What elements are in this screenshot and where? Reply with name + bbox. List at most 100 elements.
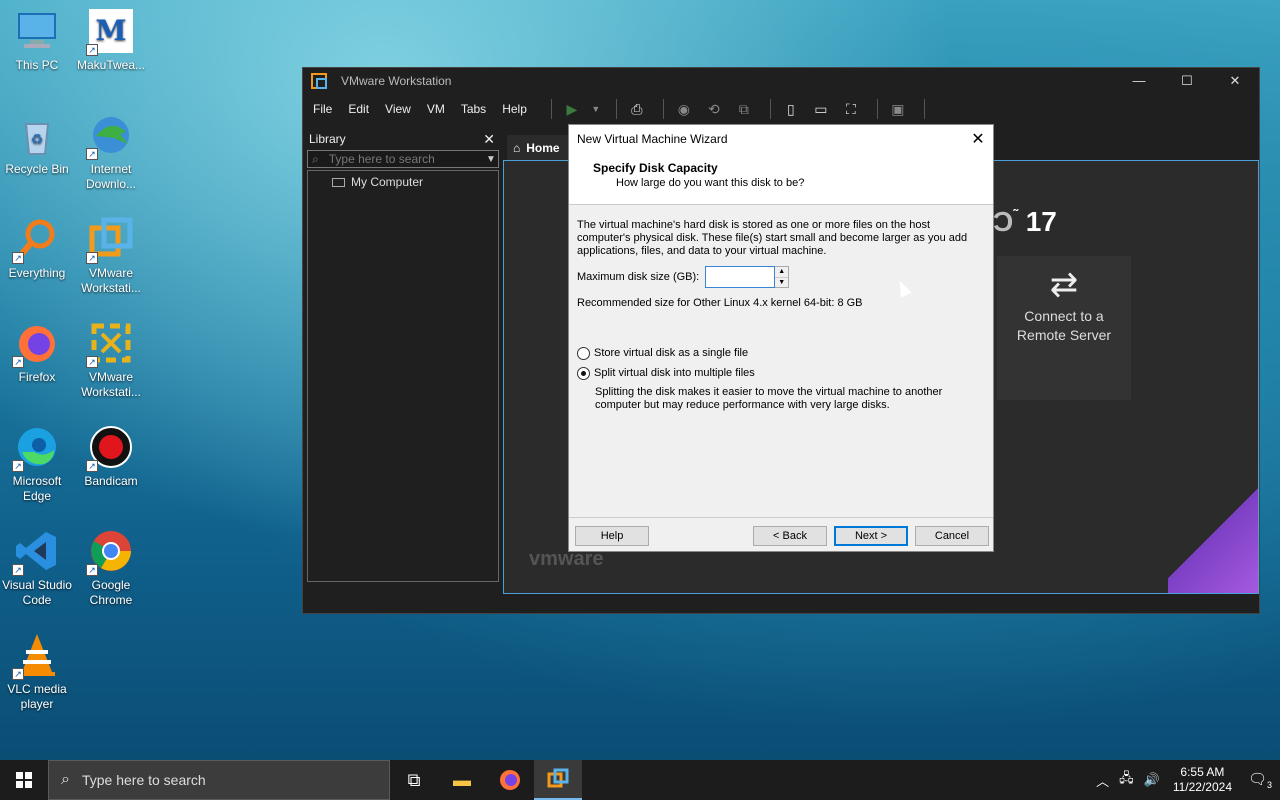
close-icon[interactable]: ✕ [483,131,495,148]
firefox-taskbar-icon[interactable] [486,760,534,800]
clock-time: 6:55 AM [1180,765,1225,779]
shortcut-arrow-icon: ↗ [86,252,98,264]
chevron-up-icon[interactable]: ▲ [775,267,789,278]
thumbnail-bar-icon[interactable]: ▭ [809,98,833,120]
system-tray: ︿ 🖧 🔊 6:55 AM 11/22/2024 🗨3 [1091,760,1280,800]
single-file-radio[interactable] [577,347,590,360]
clock-date: 11/22/2024 [1172,780,1232,794]
minimize-icon[interactable]: — [1115,73,1163,89]
taskbar-search-input[interactable]: ⌕ Type here to search [48,760,390,800]
svg-text:M: M [96,14,127,47]
desktop-icon-vlc[interactable]: ↗ VLC media player [0,632,74,712]
split-files-radio[interactable] [577,367,590,380]
desktop-icon-makutweaker[interactable]: M ↗ MakuTwea... [74,8,148,73]
menu-edit[interactable]: Edit [348,102,369,116]
snapshot-manager-icon[interactable]: ⧉ [732,98,756,120]
toolbar-divider [876,99,878,119]
toolbar-divider [615,99,617,119]
menu-tabs[interactable]: Tabs [461,102,486,116]
library-panel: Library ✕ ⌕ Type here to search ▼ My Com… [307,128,499,592]
console-view-icon[interactable]: ▣ [886,98,910,120]
desktop-icon-vscode[interactable]: ↗ Visual Studio Code [0,528,74,608]
start-button[interactable] [0,760,48,800]
next-button[interactable]: Next > [834,526,908,546]
close-icon[interactable]: ✕ [1211,73,1259,89]
vmware-logo-icon [311,73,327,89]
vmware-titlebar[interactable]: VMware Workstation — ☐ ✕ [303,68,1259,94]
library-toggle-icon[interactable]: ▯ [779,98,803,120]
desktop-icon-firefox[interactable]: ↗ Firefox [0,320,74,385]
library-search-input[interactable]: ⌕ Type here to search ▼ [307,150,499,168]
disk-size-stepper[interactable]: ▲ ▼ [775,266,790,288]
close-icon[interactable]: ✕ [963,129,993,149]
menu-bar: File Edit View VM Tabs Help ▶ ▼ ⎙ ◉ ⟲ ⧉ … [303,94,1259,124]
everything-search-icon: ↗ [12,216,60,264]
chevron-down-icon[interactable]: ▼ [484,154,498,165]
desktop-icon-bandicam[interactable]: ↗ Bandicam [74,424,148,489]
chevron-up-icon[interactable]: ︿ [1096,771,1109,790]
menu-vm[interactable]: VM [427,102,445,116]
toolbar-divider [923,99,925,119]
connect-remote-server-button[interactable]: ⇄ Connect to a Remote Server [997,256,1131,400]
full-screen-icon[interactable]: ⛶ [839,98,863,120]
desktop-icon-label: Microsoft Edge [12,474,62,503]
tab-home[interactable]: ⌂ Home [507,135,571,160]
search-icon: ⌕ [61,771,70,788]
tree-node-my-computer[interactable]: My Computer [332,175,498,189]
help-button[interactable]: Help [575,526,649,546]
recommended-size-text: Recommended size for Other Linux 4.x ker… [577,297,863,309]
desktop-icon-vmware-workstation[interactable]: ↗ VMware Workstati... [74,216,148,296]
revert-snapshot-icon[interactable]: ⟲ [702,98,726,120]
menu-view[interactable]: View [385,102,411,116]
desktop-icon-everything[interactable]: ↗ Everything [0,216,74,281]
chevron-down-icon[interactable]: ▼ [590,98,602,120]
window-title: VMware Workstation [341,74,452,88]
desktop-icon-this-pc[interactable]: This PC [0,8,74,73]
shortcut-arrow-icon: ↗ [86,460,98,472]
notification-center-icon[interactable]: 🗨3 [1240,770,1280,790]
toolbar-divider [662,99,664,119]
wizard-titlebar[interactable]: New Virtual Machine Wizard ✕ [569,125,993,153]
snapshot-icon[interactable]: ◉ [672,98,696,120]
desktop-icon-label: VLC media player [7,682,67,711]
library-tree: My Computer [307,170,499,582]
vlc-icon: ↗ [12,632,60,680]
desktop-icon-label: Visual Studio Code [2,578,72,607]
back-button[interactable]: < Back [753,526,827,546]
send-keys-icon[interactable]: ⎙ [625,98,649,120]
shortcut-arrow-icon: ↗ [86,564,98,576]
swap-arrows-icon: ⇄ [1049,266,1079,304]
disk-size-input[interactable] [705,266,776,288]
desktop-icon-label: This PC [15,58,59,72]
single-file-option[interactable]: Store virtual disk as a single file [577,347,985,360]
menu-file[interactable]: File [313,102,332,116]
desktop-icon-recycle-bin[interactable]: ♻ Recycle Bin [0,112,74,177]
search-icon: ⌕ [312,151,319,166]
volume-icon[interactable]: 🔊 [1144,772,1160,788]
wizard-body: The virtual machine's hard disk is store… [569,205,993,412]
recycle-bin-icon: ♻ [14,112,60,158]
desktop-icon-vmware-player[interactable]: ↗ VMware Workstati... [74,320,148,400]
task-view-icon[interactable]: ⧉ [390,760,438,800]
desktop-icon-chrome[interactable]: ↗ Google Chrome [74,528,148,608]
vmware-taskbar-icon[interactable] [534,760,582,800]
split-files-option[interactable]: Split virtual disk into multiple files [577,367,985,380]
maximize-icon[interactable]: ☐ [1163,73,1211,89]
notification-count: 3 [1267,780,1273,790]
power-on-icon[interactable]: ▶ [560,98,584,120]
menu-help[interactable]: Help [502,102,527,116]
desktop-icon-label: MakuTwea... [76,58,146,72]
cancel-button[interactable]: Cancel [915,526,989,546]
tab-home-label: Home [526,140,560,155]
shortcut-arrow-icon: ↗ [86,356,98,368]
clock[interactable]: 6:55 AM 11/22/2024 [1173,765,1232,795]
network-icon[interactable]: 🖧 [1119,769,1134,791]
new-vm-wizard-dialog[interactable]: New Virtual Machine Wizard ✕ Specify Dis… [568,124,994,552]
file-explorer-icon[interactable]: ▬ [438,760,486,800]
shortcut-arrow-icon: ↗ [12,460,24,472]
single-file-label: Store virtual disk as a single file [594,347,749,359]
desktop-icon-idm[interactable]: ↗ Internet Downlo... [74,112,148,192]
chevron-down-icon[interactable]: ▼ [775,278,788,288]
shortcut-arrow-icon: ↗ [12,668,24,680]
desktop-icon-edge[interactable]: ↗ Microsoft Edge [0,424,74,504]
